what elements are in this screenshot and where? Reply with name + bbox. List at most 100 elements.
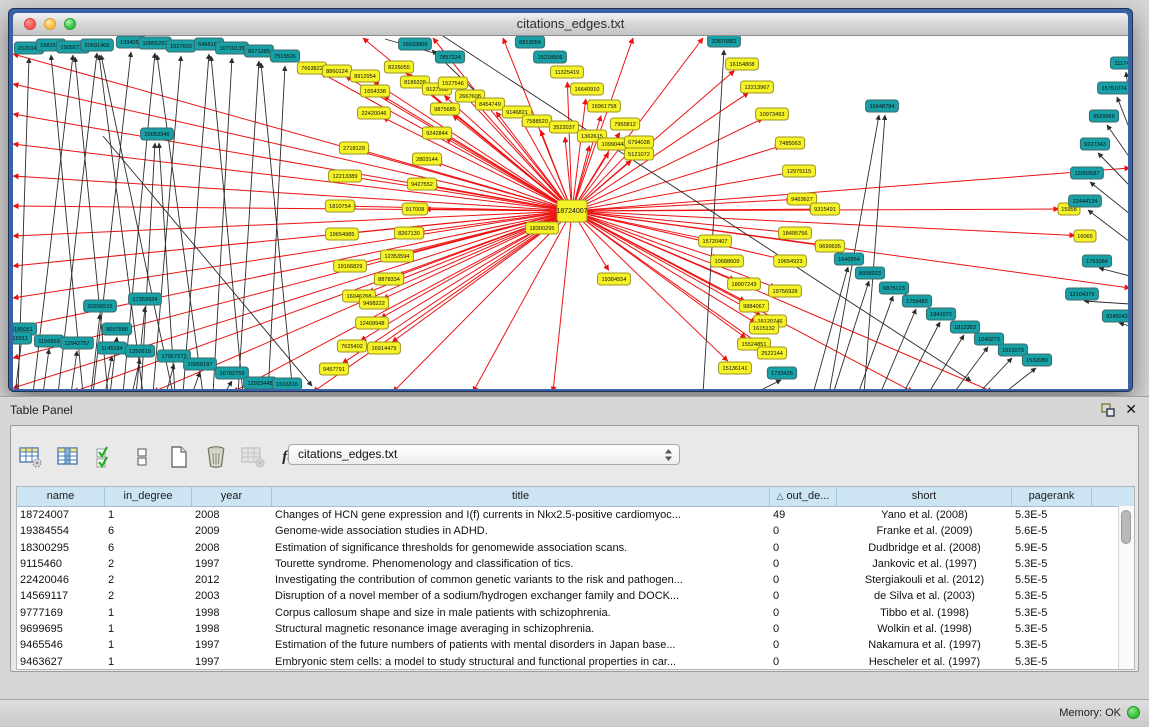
table-row[interactable]: 1872400712008Changes of HCN gene express… <box>17 507 1134 523</box>
table-mode-icon[interactable] <box>19 445 43 469</box>
table-row[interactable]: 946362711997Embryonic stem cells: a mode… <box>17 654 1134 670</box>
graph-node[interactable]: 10958187 <box>184 358 217 370</box>
graph-node[interactable]: 20053346 <box>141 128 174 140</box>
float-window-icon[interactable] <box>1101 403 1115 417</box>
graph-node[interactable]: 12093587 <box>1071 167 1104 179</box>
graph-node[interactable]: 3522037 <box>549 121 578 133</box>
graph-node[interactable]: 2522144 <box>757 347 786 359</box>
graph-node[interactable]: 8958923 <box>855 267 884 279</box>
table-select[interactable]: citations_edges.txt <box>288 444 680 465</box>
graph-node[interactable]: 15136141 <box>719 362 752 374</box>
graph-node[interactable]: 1350515 <box>125 345 154 357</box>
graph-node[interactable]: 18495756 <box>779 227 812 239</box>
graph-node[interactable]: 9097588 <box>102 323 131 335</box>
graph-node[interactable]: 12444134 <box>1069 195 1102 207</box>
graph-node[interactable]: 1145194 <box>97 342 126 354</box>
graph-node[interactable]: 1040273 <box>974 333 1003 345</box>
graph-node[interactable]: 1759482 <box>902 295 931 307</box>
graph-node[interactable]: 17359924 <box>129 293 162 305</box>
graph-node[interactable]: 9699695 <box>815 240 844 252</box>
column-header-name[interactable]: name <box>17 487 105 506</box>
graph-node[interactable]: 19654985 <box>326 228 359 240</box>
graph-node[interactable]: 10688609 <box>711 255 744 267</box>
graph-node[interactable]: 12942757 <box>61 337 94 349</box>
graph-node[interactable]: 16065 <box>1074 230 1096 242</box>
graph-node[interactable]: 11325419 <box>551 66 584 78</box>
vertical-scrollbar[interactable] <box>1118 506 1134 669</box>
graph-node[interactable]: 1640954 <box>834 253 863 265</box>
graph-node[interactable]: 16033809 <box>399 38 432 50</box>
graph-node[interactable]: 8454749 <box>475 98 504 110</box>
table-row[interactable]: 1456911722003Disruption of a novel membe… <box>17 588 1134 604</box>
graph-node[interactable]: 12409948 <box>356 317 389 329</box>
graph-node[interactable]: 16154808 <box>726 58 759 70</box>
graph-node[interactable]: 19384554 <box>598 273 631 285</box>
graph-node[interactable]: 1117484 <box>1110 57 1128 69</box>
show-columns-icon[interactable] <box>56 445 80 469</box>
table-row[interactable]: 946554611997Estimation of the future num… <box>17 637 1134 653</box>
graph-node[interactable]: 5121072 <box>624 148 653 160</box>
graph-node[interactable]: 22420046 <box>358 107 391 119</box>
graph-node[interactable]: 7955812 <box>610 118 639 130</box>
graph-node[interactable]: 15720407 <box>699 235 732 247</box>
graph-node[interactable]: 7588520 <box>522 115 551 127</box>
graph-node[interactable]: 6875123 <box>879 282 908 294</box>
node-table[interactable]: namein_degreeyeartitle△out_de...shortpag… <box>16 486 1135 670</box>
graph-node[interactable]: 1812353 <box>950 321 979 333</box>
column-header-pagerank[interactable]: pagerank <box>1012 487 1092 506</box>
graph-node[interactable]: 9529966 <box>1089 110 1118 122</box>
graph-node[interactable]: 1527546 <box>438 77 467 89</box>
graph-node[interactable]: 1516316 <box>272 378 301 389</box>
column-header-year[interactable]: year <box>192 487 272 506</box>
graph-node[interactable]: 1527602 <box>166 40 195 52</box>
graph-node[interactable]: 8878334 <box>374 273 403 285</box>
table-row[interactable]: 2242004622012Investigating the contribut… <box>17 572 1134 588</box>
graph-node[interactable]: 19166829 <box>334 260 367 272</box>
graph-node[interactable]: 3915911 <box>13 332 32 344</box>
graph-node[interactable]: 12213389 <box>329 170 362 182</box>
delete-table-icon[interactable] <box>241 445 265 469</box>
graph-node[interactable]: 7625402 <box>337 340 366 352</box>
graph-node[interactable]: 1615132 <box>749 322 778 334</box>
graph-node[interactable]: 16648784 <box>866 100 899 112</box>
graph-node[interactable]: 20876882 <box>708 36 741 47</box>
graph-node[interactable]: 12975115 <box>783 165 816 177</box>
graph-node[interactable]: 10719135 <box>216 42 249 54</box>
graph-node[interactable]: 9245042 <box>1102 310 1128 322</box>
graph-node[interactable]: 8813054 <box>515 36 544 48</box>
column-header-out_degree[interactable]: △out_de... <box>770 487 837 506</box>
graph-node[interactable]: 16782759 <box>216 367 249 379</box>
delete-column-icon[interactable] <box>204 445 228 469</box>
graph-node[interactable]: 1941072 <box>926 308 955 320</box>
graph-node[interactable]: 16961758 <box>588 100 621 112</box>
graph-node[interactable]: 9498222 <box>359 297 388 309</box>
row-height-icon[interactable] <box>130 445 154 469</box>
select-all-icon[interactable] <box>93 445 117 469</box>
graph-node[interactable]: 1810754 <box>325 200 354 212</box>
graph-node[interactable]: 18300295 <box>526 222 559 234</box>
graph-node[interactable]: 20206516 <box>84 300 117 312</box>
column-header-short[interactable]: short <box>837 487 1012 506</box>
graph-node[interactable]: 12923448 <box>244 377 277 389</box>
graph-node[interactable]: 19756928 <box>769 285 802 297</box>
graph-node[interactable]: 8267130 <box>394 227 423 239</box>
table-row[interactable]: 977716911998Corpus callosum shape and si… <box>17 605 1134 621</box>
graph-node[interactable]: 9427552 <box>407 178 436 190</box>
graph-hub-node[interactable]: 18724007 <box>556 200 587 222</box>
graph-node[interactable]: 12104379 <box>1066 288 1099 300</box>
column-header-title[interactable]: title <box>272 487 770 506</box>
graph-node[interactable]: 12353594 <box>381 250 414 262</box>
graph-node[interactable]: 1532080 <box>1022 354 1051 366</box>
table-row[interactable]: 911546021997Tourette syndrome. Phenomeno… <box>17 556 1134 572</box>
network-window-titlebar[interactable]: citations_edges.txt <box>13 13 1128 36</box>
graph-node[interactable]: 20691406 <box>81 39 114 51</box>
close-panel-icon[interactable]: ✕ <box>1125 401 1137 418</box>
graph-node[interactable]: 9884067 <box>739 300 768 312</box>
table-row[interactable]: 1938455462009Genome-wide association stu… <box>17 523 1134 539</box>
graph-node[interactable]: 19654923 <box>774 255 807 267</box>
scrollbar-thumb[interactable] <box>1121 510 1131 544</box>
graph-node[interactable]: 8226055 <box>384 61 413 73</box>
graph-node[interactable]: 18907243 <box>728 278 761 290</box>
graph-node[interactable]: 8860124 <box>322 65 351 77</box>
graph-node[interactable]: 8912954 <box>350 70 379 82</box>
